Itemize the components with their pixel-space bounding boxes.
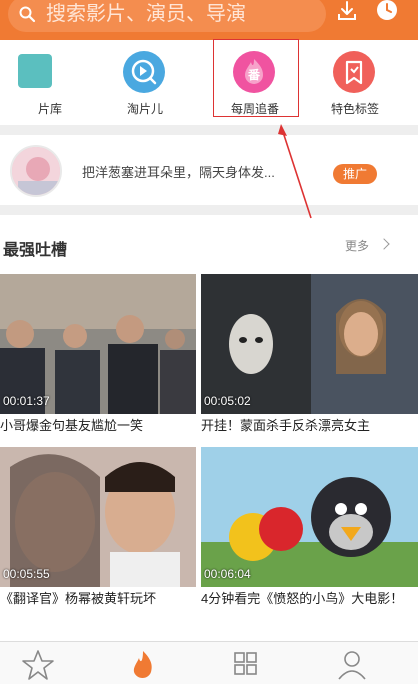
play-search-icon (123, 51, 165, 93)
video-thumbnail[interactable]: 00:05:02 (201, 274, 418, 414)
divider (0, 205, 418, 215)
shortcut-label: 特色标签 (330, 102, 379, 116)
video-duration: 00:06:04 (204, 567, 251, 581)
search-input[interactable] (46, 2, 296, 26)
tab-favorite[interactable] (8, 645, 68, 683)
promo-text: 把洋葱塞进耳朵里，隔天身体发... (82, 165, 275, 180)
video-duration: 00:01:37 (3, 394, 50, 408)
video-duration: 00:05:55 (3, 567, 50, 581)
promo-avatar (10, 145, 62, 197)
search-bar[interactable] (8, 0, 326, 32)
shortcut-row: 片库 淘片儿 番 每周追番 特色标签 (0, 40, 418, 125)
promo-badge[interactable]: 推广 (333, 164, 377, 184)
shortcut-tags[interactable]: 特色标签 (305, 40, 405, 125)
chevron-right-icon[interactable] (378, 238, 390, 250)
library-icon (18, 54, 52, 88)
history-icon[interactable] (375, 0, 399, 22)
highlight-box (213, 39, 299, 117)
shortcut-label: 片库 (37, 102, 62, 116)
video-duration: 00:05:02 (204, 394, 251, 408)
shortcut-label: 淘片儿 (126, 102, 163, 116)
video-title[interactable]: 开挂！蒙面杀手反杀漂亮女主 (201, 418, 418, 434)
video-title[interactable]: 4分钟看完《愤怒的小鸟》大电影！ (201, 591, 418, 607)
video-thumbnail[interactable]: 00:05:55 (0, 447, 196, 587)
tab-profile[interactable] (322, 645, 382, 683)
tab-category[interactable] (215, 645, 275, 683)
video-card[interactable]: 00:06:04 4分钟看完《愤怒的小鸟》大电影！ (201, 447, 418, 607)
search-icon (18, 5, 36, 23)
video-card[interactable]: 00:05:02 开挂！蒙面杀手反杀漂亮女主 (201, 274, 418, 434)
shortcut-taopian[interactable]: 淘片儿 (95, 40, 195, 125)
more-link[interactable]: 更多 (345, 237, 369, 254)
video-card[interactable]: 00:05:55 《翻译官》杨幂被黄轩玩坏 (0, 447, 196, 607)
video-thumbnail[interactable]: 00:01:37 (0, 274, 196, 414)
bookmark-icon (333, 51, 375, 93)
video-title[interactable]: 《翻译官》杨幂被黄轩玩坏 (0, 591, 196, 607)
video-thumbnail[interactable]: 00:06:04 (201, 447, 418, 587)
tab-hot[interactable] (113, 645, 173, 683)
divider (0, 125, 418, 135)
video-card[interactable]: 00:01:37 小哥爆金句基友尴尬一笑 (0, 274, 196, 434)
promo-banner[interactable]: 把洋葱塞进耳朵里，隔天身体发... 推广 (0, 135, 418, 205)
download-icon[interactable] (337, 0, 357, 22)
app-screen: 片库 淘片儿 番 每周追番 特色标签 把洋葱塞进耳朵里，隔天身体发... (0, 0, 418, 684)
top-header (0, 0, 418, 40)
bottom-tab-bar (0, 641, 418, 684)
video-title[interactable]: 小哥爆金句基友尴尬一笑 (0, 418, 196, 434)
shortcut-library[interactable]: 片库 (0, 40, 100, 125)
section-title: 最强吐槽 (3, 242, 68, 259)
